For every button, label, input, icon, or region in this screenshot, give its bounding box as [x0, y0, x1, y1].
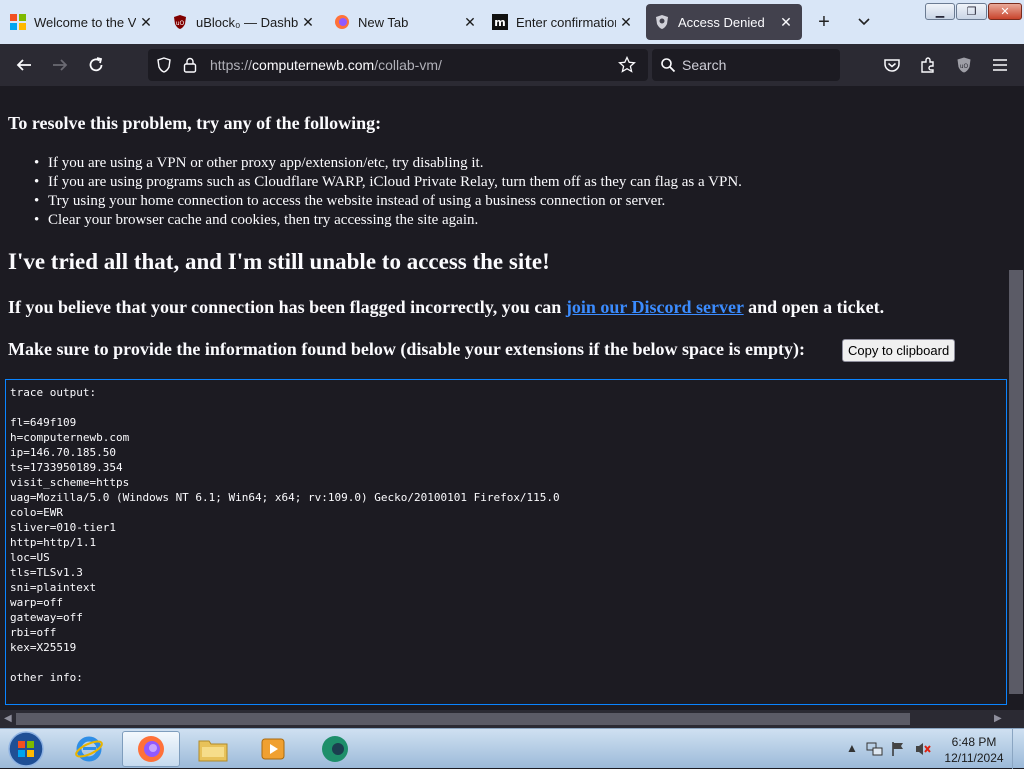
list-item: If you are using a VPN or other proxy ap… [34, 154, 742, 173]
taskbar-media-player[interactable] [246, 731, 300, 767]
copy-to-clipboard-button[interactable]: Copy to clipboard [842, 339, 956, 362]
firefox-icon [334, 14, 350, 30]
start-button[interactable] [4, 730, 48, 768]
taskbar-firefox[interactable] [122, 731, 180, 767]
tab-label: Welcome to the Vis [34, 14, 136, 30]
taskbar-file-explorer[interactable] [186, 731, 240, 767]
new-tab-icon[interactable]: + [812, 10, 836, 34]
ublock-shield-icon[interactable]: uO [952, 53, 976, 77]
extensions-puzzle-icon[interactable] [916, 53, 940, 77]
close-tab-icon[interactable]: ✕ [616, 14, 636, 31]
navigation-toolbar: https://computernewb.com/collab-vm/ Sear… [0, 44, 1024, 86]
firefox-icon [138, 736, 164, 762]
search-placeholder: Search [682, 57, 727, 73]
m-logo-icon: m [492, 14, 508, 30]
bookmark-star-icon[interactable] [618, 55, 636, 79]
discord-text-before: If you believe that your connection has … [8, 297, 566, 317]
clock-time: 6:48 PM [951, 735, 997, 749]
page-content: To resolve this problem, try any of the … [0, 86, 1008, 710]
info-paragraph: Make sure to provide the information fou… [8, 339, 806, 359]
tab-welcome[interactable]: Welcome to the Vis ✕ [2, 4, 162, 40]
close-tab-icon[interactable]: ✕ [776, 14, 796, 31]
tab-access-denied[interactable]: Access Denied ✕ [646, 4, 802, 40]
clock-date: 12/11/2024 [944, 751, 1004, 765]
folder-icon [198, 740, 228, 762]
action-center-flag-icon[interactable] [890, 741, 906, 760]
windows-taskbar: ▲ 6:48 PM 12/11/2024 [0, 728, 1024, 769]
taskbar-app[interactable] [308, 731, 362, 767]
tab-new-tab[interactable]: New Tab ✕ [326, 4, 486, 40]
windows-orb-icon [8, 731, 44, 767]
close-tab-icon[interactable]: ✕ [298, 14, 318, 31]
tab-label: Access Denied [678, 14, 765, 30]
horizontal-scrollbar[interactable]: ◀ ▶ [0, 710, 1024, 728]
list-item: Try using your home connection to access… [34, 192, 742, 211]
tab-label: Enter confirmation [516, 14, 616, 30]
tab-label: uBlock₀ — Dashboa [196, 14, 298, 30]
tips-list: If you are using a VPN or other proxy ap… [34, 154, 742, 230]
minimize-button[interactable]: ▁ [925, 3, 955, 20]
scroll-left-arrow-icon[interactable]: ◀ [4, 713, 12, 724]
ublock-shield-icon: uO [172, 14, 188, 30]
forward-arrow-icon[interactable] [48, 53, 72, 77]
vertical-scrollbar-thumb[interactable] [1009, 270, 1023, 694]
url-scheme: https:// [210, 57, 253, 73]
taskbar-internet-explorer[interactable] [62, 731, 116, 767]
reload-icon[interactable] [84, 53, 108, 77]
scroll-right-arrow-icon[interactable]: ▶ [994, 713, 1002, 724]
resolve-heading: To resolve this problem, try any of the … [8, 113, 382, 133]
search-icon [660, 57, 676, 78]
tab-label: New Tab [358, 14, 409, 30]
trace-output-text: trace output: fl=649f109 h=computernewb.… [10, 386, 560, 684]
svg-text:uO: uO [960, 63, 969, 70]
lock-icon[interactable] [182, 56, 198, 79]
back-arrow-icon[interactable] [12, 53, 36, 77]
system-clock[interactable]: 6:48 PM 12/11/2024 [938, 734, 1010, 766]
discord-link[interactable]: join our Discord server [566, 297, 744, 317]
trace-output-textarea[interactable]: trace output: fl=649f109 h=computernewb.… [5, 379, 1007, 705]
discord-text-after: and open a ticket. [743, 297, 885, 317]
search-box[interactable]: Search [652, 49, 840, 81]
close-tab-icon[interactable]: ✕ [460, 14, 480, 31]
menu-hamburger-icon[interactable] [988, 53, 1012, 77]
still-unable-heading: I've tried all that, and I'm still unabl… [8, 249, 550, 274]
discord-paragraph: If you believe that your connection has … [8, 297, 884, 318]
maximize-button[interactable]: ❐ [956, 3, 987, 20]
svg-text:m: m [494, 16, 505, 29]
media-player-icon [261, 738, 285, 760]
list-item: Clear your browser cache and cookies, th… [34, 211, 742, 230]
list-item: If you are using programs such as Cloudf… [34, 173, 742, 192]
url-path: /collab-vm/ [374, 57, 442, 73]
close-tab-icon[interactable]: ✕ [136, 14, 156, 31]
tab-ublock[interactable]: uO uBlock₀ — Dashboa ✕ [164, 4, 324, 40]
svg-text:uO: uO [176, 20, 185, 27]
close-window-button[interactable]: ✕ [988, 3, 1022, 20]
volume-muted-icon[interactable] [914, 741, 932, 760]
show-hidden-icons-icon[interactable]: ▲ [846, 741, 858, 755]
cloud-shield-icon [654, 14, 670, 30]
internet-explorer-icon [75, 736, 103, 762]
url-text: https://computernewb.com/collab-vm/ [210, 57, 442, 73]
show-desktop-button[interactable] [1012, 729, 1024, 769]
url-bar[interactable]: https://computernewb.com/collab-vm/ [148, 49, 648, 81]
url-domain: computernewb.com [252, 57, 375, 73]
network-icon[interactable] [866, 741, 884, 760]
windows-logo-icon [10, 14, 26, 30]
horizontal-scrollbar-thumb[interactable] [16, 713, 910, 725]
pocket-icon[interactable] [880, 53, 904, 77]
green-circle-app-icon [322, 736, 348, 762]
tab-enter-confirmation[interactable]: m Enter confirmation ✕ [484, 4, 642, 40]
list-all-tabs-icon[interactable] [852, 10, 876, 34]
tracking-protection-shield-icon[interactable] [156, 57, 172, 78]
tab-strip: Welcome to the Vis ✕ uO uBlock₀ — Dashbo… [0, 0, 1024, 44]
